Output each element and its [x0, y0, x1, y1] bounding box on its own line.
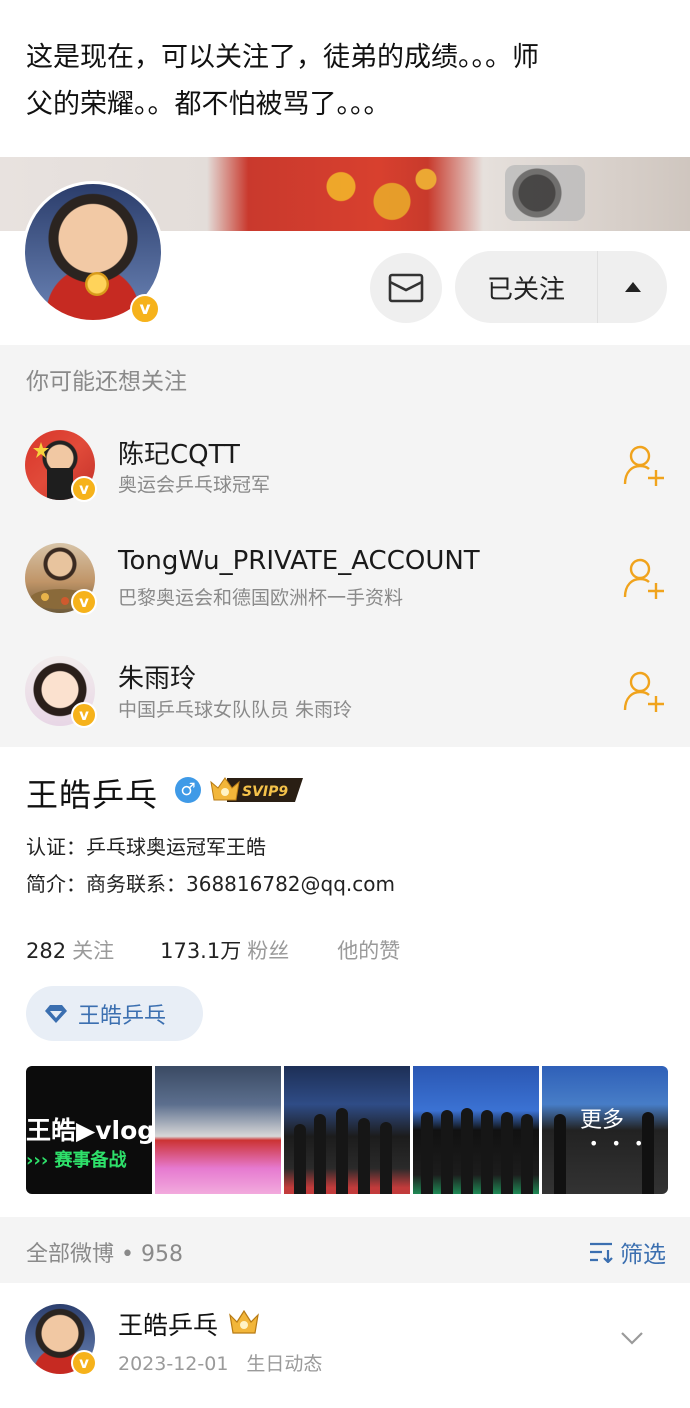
- person-silhouette: [441, 1110, 453, 1194]
- more-label: 更多: [580, 1108, 625, 1133]
- followers-stat[interactable]: 173.1万 粉丝: [160, 935, 289, 965]
- chevron-down-icon[interactable]: [620, 1331, 644, 1345]
- person-silhouette: [461, 1108, 473, 1194]
- verification-text: 认证：乒乓球奥运冠军王皓: [26, 835, 266, 859]
- person-silhouette: [642, 1112, 654, 1194]
- recommend-name-1[interactable]: 陈玘CQTT: [118, 434, 240, 471]
- banner-camera: [505, 165, 585, 221]
- followed-button[interactable]: 已关注: [455, 251, 667, 323]
- profile-stats: 282 关注 173.1万 粉丝 他的赞: [26, 935, 400, 965]
- add-follow-icon[interactable]: [622, 670, 668, 712]
- caption-line-1: 这是现在，可以关注了，徒弟的成绩。。。师: [26, 42, 539, 73]
- recommend-desc-2: 巴黎奥运会和德国欧洲杯一手资料: [118, 587, 404, 609]
- diamond-icon: [45, 1004, 67, 1023]
- male-gender-icon: ♂: [175, 777, 201, 803]
- profile-username: 王皓乒乓: [26, 776, 159, 814]
- person-silhouette: [336, 1108, 348, 1194]
- svip-label: SVIP9: [242, 784, 288, 800]
- vlog-title: 王皓▶vlog: [26, 1116, 152, 1145]
- verified-v-icon: v: [71, 589, 97, 615]
- media-thumb-team-photo[interactable]: [155, 1066, 281, 1194]
- svip-badge[interactable]: SVIP9: [209, 774, 303, 806]
- verified-v-icon: v: [71, 702, 97, 728]
- media-thumb-championship[interactable]: [413, 1066, 539, 1194]
- post-caption: 这是现在，可以关注了，徒弟的成绩。。。师 父的荣耀。。都不怕被骂了。。。: [26, 34, 666, 128]
- person-silhouette: [358, 1118, 370, 1194]
- media-strip: 王皓▶vlog ››› 赛事备战 更多 • • •: [26, 1066, 668, 1194]
- person-silhouette: [501, 1112, 513, 1194]
- filter-label: 筛选: [620, 1242, 666, 1268]
- caret-up-icon: [624, 282, 641, 292]
- post-meta: 2023-12-01 生日动态: [118, 1349, 322, 1376]
- banner-flag-pattern: [290, 157, 460, 231]
- likes-stat[interactable]: 他的赞: [337, 935, 400, 965]
- media-thumb-vlog[interactable]: 王皓▶vlog ››› 赛事备战: [26, 1066, 152, 1194]
- profile-page: 这是现在，可以关注了，徒弟的成绩。。。师 父的荣耀。。都不怕被骂了。。。 v 已…: [0, 0, 690, 1408]
- message-button[interactable]: [370, 253, 442, 323]
- recommend-name-3[interactable]: 朱雨玲: [118, 658, 196, 695]
- person-silhouette: [380, 1122, 392, 1194]
- post-author-name[interactable]: 王皓乒乓: [118, 1306, 218, 1342]
- person-silhouette: [294, 1124, 306, 1194]
- likes-label: 他的赞: [337, 939, 401, 963]
- post-tag: 生日动态: [246, 1353, 323, 1375]
- post-date: 2023-12-01: [118, 1353, 229, 1375]
- intro-text: 简介：商务联系：368816782@qq.com: [26, 872, 395, 896]
- followed-label: 已关注: [486, 274, 565, 305]
- person-silhouette: [421, 1112, 433, 1194]
- person-silhouette: [554, 1114, 566, 1194]
- following-label: 关注: [72, 939, 115, 963]
- vlog-subtitle: ››› 赛事备战: [26, 1150, 127, 1171]
- caption-line-2: 父的荣耀。。都不怕被骂了。。。: [26, 89, 391, 120]
- person-silhouette: [521, 1114, 533, 1194]
- following-count: 282: [26, 939, 67, 963]
- gold-medal-icon: [85, 272, 109, 296]
- super-topic-chip[interactable]: 王皓乒乓: [26, 986, 203, 1041]
- recommend-desc-1: 奥运会乒乓球冠军: [118, 474, 271, 496]
- person-silhouette: [481, 1110, 493, 1194]
- add-follow-icon[interactable]: [622, 557, 668, 599]
- filter-button[interactable]: 筛选: [588, 1235, 666, 1269]
- verified-v-icon: v: [130, 294, 160, 324]
- envelope-icon: [388, 273, 424, 303]
- more-dots: • • •: [589, 1134, 648, 1153]
- super-topic-label: 王皓乒乓: [78, 1003, 167, 1029]
- media-more-button[interactable]: 更多 • • •: [542, 1066, 668, 1194]
- recommend-toggle-button[interactable]: [598, 282, 667, 292]
- person-silhouette: [314, 1114, 326, 1194]
- verified-v-icon: v: [71, 476, 97, 502]
- add-follow-icon[interactable]: [622, 444, 668, 486]
- followers-label: 粉丝: [247, 939, 290, 963]
- followers-count: 173.1万: [160, 939, 242, 963]
- recommend-title: 你可能还想关注: [26, 369, 187, 395]
- media-thumb-award[interactable]: [284, 1066, 410, 1194]
- recommend-name-2[interactable]: TongWu_PRIVATE_ACCOUNT: [118, 546, 480, 576]
- filter-icon: [590, 1242, 613, 1263]
- recommend-desc-3: 中国乒乓球女队队员 朱雨玲: [118, 699, 353, 721]
- following-stat[interactable]: 282 关注: [26, 935, 114, 965]
- feed-count[interactable]: 全部微博 • 958: [26, 1236, 183, 1268]
- crown-icon: [229, 1309, 259, 1334]
- verified-v-icon: v: [71, 1350, 97, 1376]
